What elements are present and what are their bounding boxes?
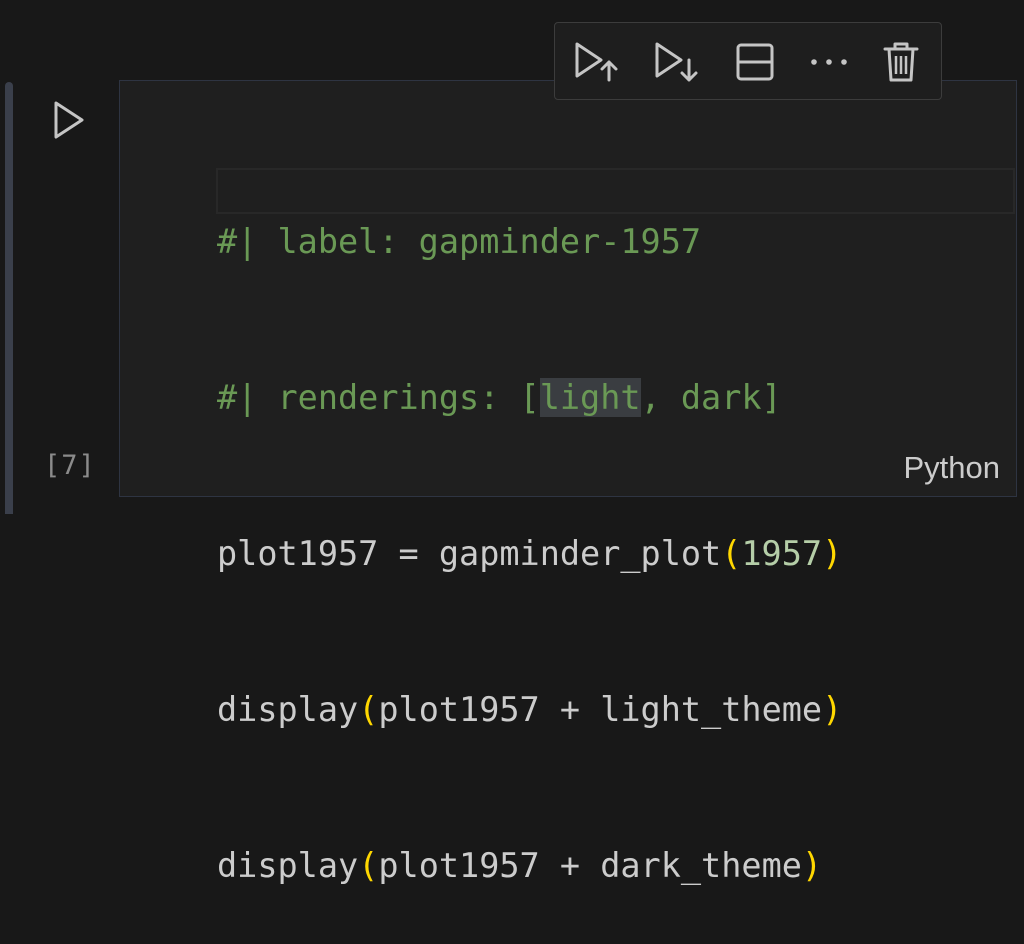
comment-token: #| renderings: [ — [217, 378, 540, 417]
comment-token: , dark] — [640, 378, 782, 417]
bracket-token: ) — [822, 690, 843, 729]
more-actions-icon — [811, 59, 847, 65]
code-token: plot1957 + dark_theme — [378, 846, 802, 885]
cell-focus-indicator — [5, 82, 13, 514]
code-line-3: plot1957 = gapminder_plot(1957) — [217, 528, 842, 580]
split-cell-icon — [736, 43, 774, 81]
execute-above-icon — [575, 42, 618, 82]
more-actions-button[interactable] — [803, 37, 855, 87]
code-line-1: #| label: gapminder-1957 — [217, 216, 842, 268]
code-token: plot1957 + light_theme — [378, 690, 823, 729]
code-editor-content[interactable]: #| label: gapminder-1957 #| renderings: … — [217, 112, 842, 944]
delete-cell-icon — [883, 42, 919, 82]
split-cell-button[interactable] — [729, 37, 781, 87]
run-cell-button[interactable] — [48, 98, 90, 142]
play-icon — [54, 101, 84, 139]
cell-language-picker[interactable]: Python — [903, 450, 1000, 486]
execute-above-button[interactable] — [569, 37, 621, 87]
code-token: plot1957 = gapminder_plot — [217, 534, 722, 573]
bracket-token: ) — [801, 846, 823, 885]
execute-below-icon — [655, 42, 698, 82]
code-line-5: display(plot1957 + dark_theme) — [217, 840, 842, 892]
function-token: display — [217, 846, 359, 885]
execution-count: [7] — [44, 450, 96, 481]
highlighted-word: light — [539, 378, 641, 417]
bracket-token: ) — [822, 534, 843, 573]
delete-cell-button[interactable] — [875, 37, 927, 87]
number-token: 1957 — [741, 534, 823, 573]
comment-token: #| label: gapminder-1957 — [217, 222, 702, 261]
cell-toolbar — [554, 22, 942, 100]
bracket-token: ( — [358, 690, 379, 729]
function-token: display — [217, 690, 359, 729]
code-line-2: #| renderings: [light, dark] — [217, 372, 842, 424]
bracket-token: ( — [721, 534, 742, 573]
code-line-4: display(plot1957 + light_theme) — [217, 684, 842, 736]
bracket-token: ( — [358, 846, 379, 885]
execute-below-button[interactable] — [649, 37, 701, 87]
